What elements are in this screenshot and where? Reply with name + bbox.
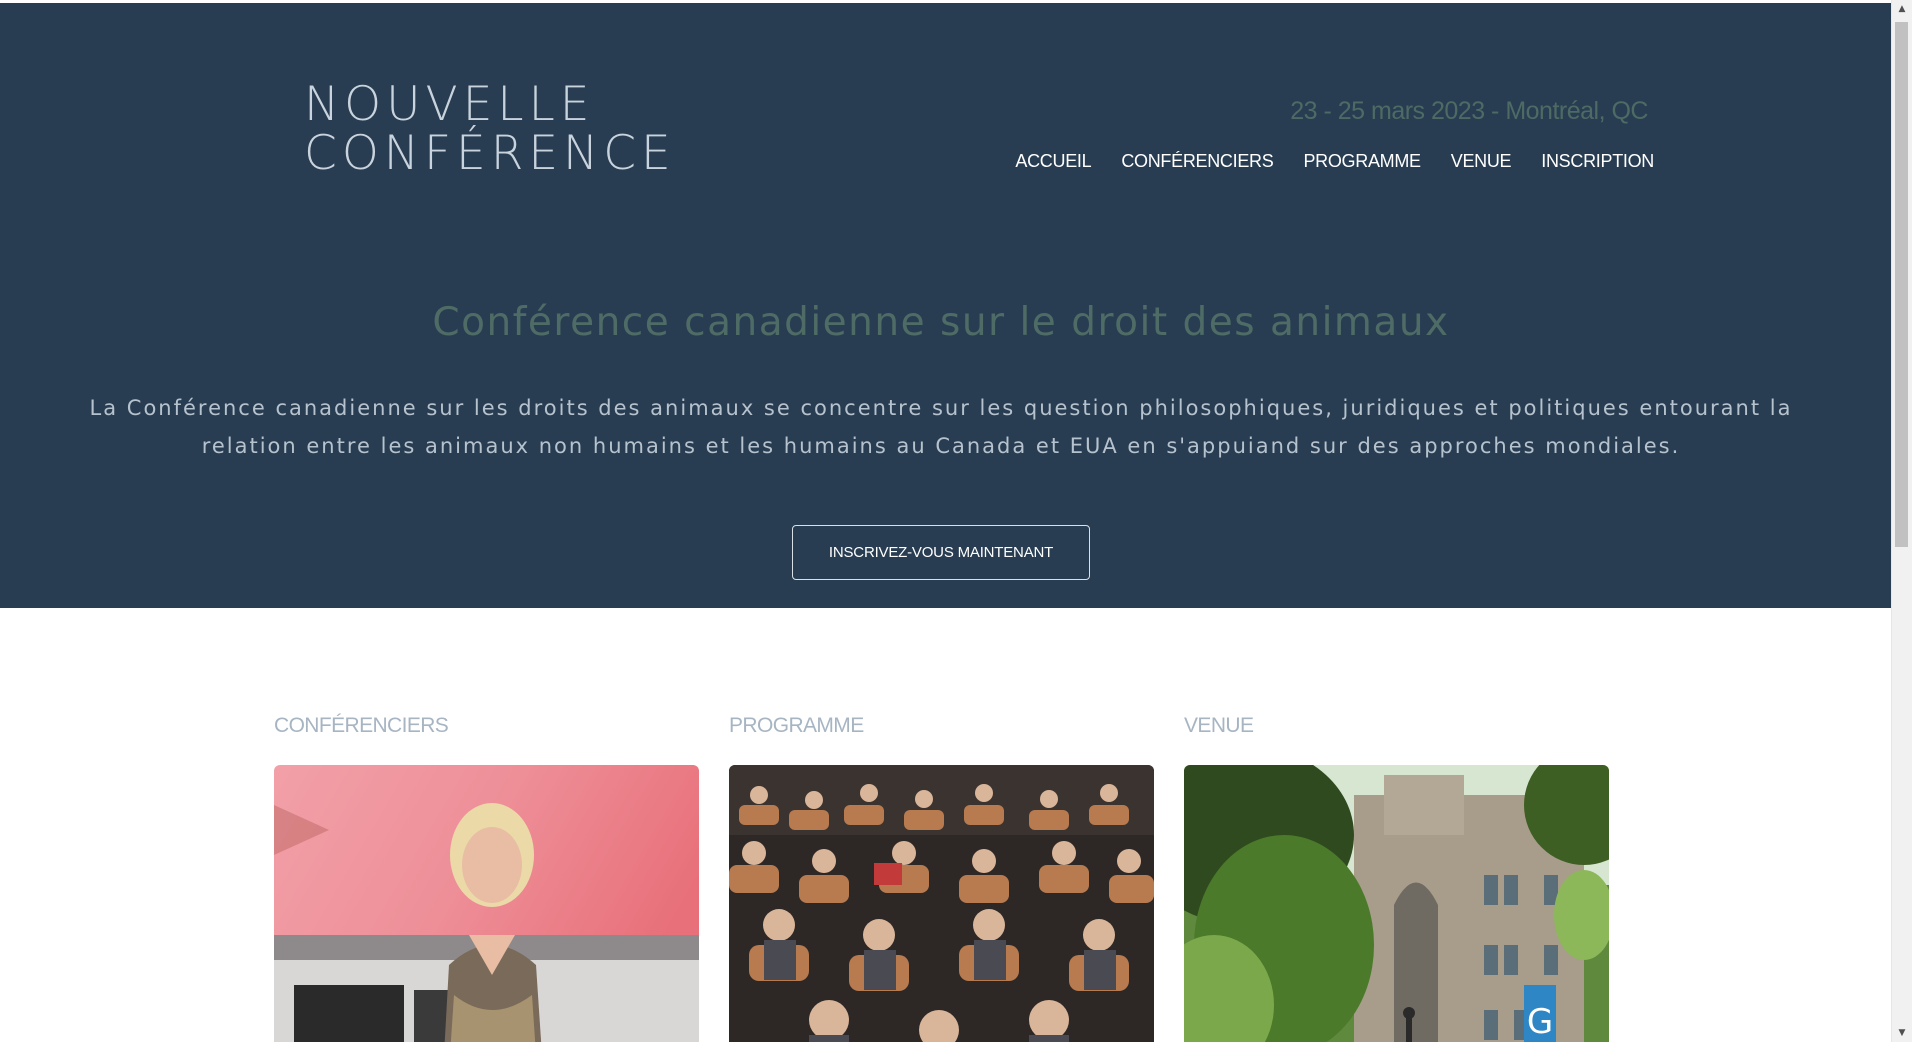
nav-item-conferenciers[interactable]: CONFÉRENCIERS <box>1121 151 1273 172</box>
nav-item-inscription[interactable]: INSCRIPTION <box>1541 151 1654 172</box>
logo-line-2: CONFÉRENCE <box>304 126 676 181</box>
hero-section: NOUVELLE CONFÉRENCE 23 - 25 mars 2023 - … <box>0 3 1891 608</box>
arrow-up-icon[interactable]: ▲ <box>1892 0 1912 18</box>
speaker-portrait-graphic <box>274 765 699 1042</box>
nav-item-accueil[interactable]: ACCUEIL <box>1015 151 1091 172</box>
section-label-conferenciers[interactable]: CONFÉRENCIERS <box>274 714 449 738</box>
speaker-portrait-image[interactable] <box>274 765 699 1042</box>
section-label-venue[interactable]: VENUE <box>1184 714 1254 738</box>
logo-line-1: NOUVELLE <box>304 77 595 132</box>
scrollbar-thumb[interactable] <box>1895 22 1908 547</box>
event-date: 23 - 25 mars 2023 - Montréal, QC <box>1290 97 1648 125</box>
venue-building-image[interactable]: G <box>1184 765 1609 1042</box>
hero-description: La Conférence canadienne sur les droits … <box>89 396 1793 458</box>
vertical-scrollbar[interactable]: ▲ ▼ <box>1891 0 1912 1042</box>
arrow-down-icon[interactable]: ▼ <box>1892 1024 1912 1042</box>
register-now-button[interactable]: INSCRIVEZ-VOUS MAINTENANT <box>792 525 1090 580</box>
main-nav: ACCUEIL CONFÉRENCIERS PROGRAMME VENUE IN… <box>1015 151 1654 172</box>
section-label-programme[interactable]: PROGRAMME <box>729 714 864 738</box>
audience-photo-graphic <box>729 765 1154 1042</box>
audience-photo-image[interactable] <box>729 765 1154 1042</box>
venue-sign-letter: G <box>1527 1002 1553 1042</box>
venue-building-graphic: G <box>1184 765 1609 1042</box>
page: NOUVELLE CONFÉRENCE 23 - 25 mars 2023 - … <box>0 0 1891 1042</box>
site-logo[interactable]: NOUVELLE CONFÉRENCE <box>304 80 676 178</box>
nav-item-programme[interactable]: PROGRAMME <box>1303 151 1421 172</box>
hero-title: Conférence canadienne sur le droit des a… <box>432 300 1450 345</box>
nav-item-venue[interactable]: VENUE <box>1451 151 1512 172</box>
